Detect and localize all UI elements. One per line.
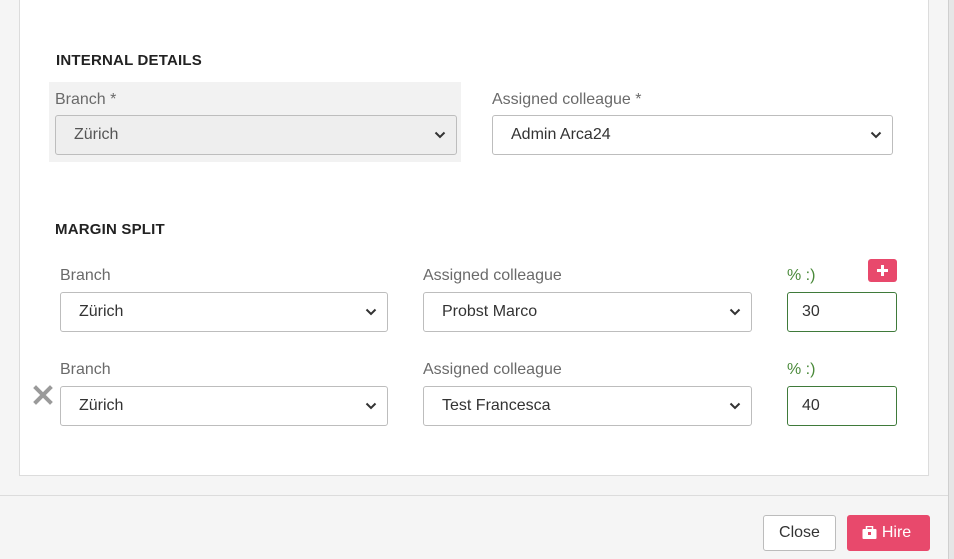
split-percent-input[interactable]: 40	[787, 386, 897, 426]
chevron-down-icon	[365, 402, 377, 410]
split-branch-label: Branch	[60, 267, 111, 284]
split-colleague-select[interactable]: Probst Marco	[423, 292, 752, 332]
internal-details-title: INTERNAL DETAILS	[56, 52, 202, 69]
split-branch-label: Branch	[60, 361, 111, 378]
hire-modal: INTERNAL DETAILS Branch * Zürich Assigne…	[0, 0, 949, 559]
hire-button-label: Hire	[881, 524, 912, 541]
close-button[interactable]: Close	[763, 515, 836, 551]
split-branch-value: Zürich	[79, 303, 124, 320]
chevron-down-icon	[434, 131, 446, 139]
split-colleague-value: Test Francesca	[442, 397, 551, 414]
assigned-colleague-value: Admin Arca24	[511, 126, 611, 143]
split-percent-label: % :)	[787, 267, 816, 284]
split-colleague-select[interactable]: Test Francesca	[423, 386, 752, 426]
chevron-down-icon	[365, 308, 377, 316]
split-branch-select[interactable]: Zürich	[60, 292, 388, 332]
chevron-down-icon	[870, 131, 882, 139]
assigned-colleague-label: Assigned colleague *	[492, 91, 642, 108]
split-colleague-label: Assigned colleague	[423, 361, 562, 378]
hire-button[interactable]: Hire	[847, 515, 930, 551]
add-split-button[interactable]	[868, 259, 897, 282]
branch-select[interactable]: Zürich	[55, 115, 457, 155]
split-colleague-label: Assigned colleague	[423, 267, 562, 284]
split-branch-value: Zürich	[79, 397, 124, 414]
split-percent-label: % :)	[787, 361, 816, 378]
split-percent-input[interactable]: 30	[787, 292, 897, 332]
chevron-down-icon	[729, 308, 741, 316]
briefcase-icon	[862, 526, 877, 539]
footer-divider	[0, 495, 948, 496]
branch-select-value: Zürich	[74, 126, 119, 143]
branch-label: Branch *	[55, 91, 117, 108]
split-colleague-value: Probst Marco	[442, 303, 538, 320]
assigned-colleague-select[interactable]: Admin Arca24	[492, 115, 893, 155]
chevron-down-icon	[729, 402, 741, 410]
split-branch-select[interactable]: Zürich	[60, 386, 388, 426]
margin-split-title: MARGIN SPLIT	[55, 221, 165, 238]
remove-split-icon[interactable]	[33, 385, 53, 405]
